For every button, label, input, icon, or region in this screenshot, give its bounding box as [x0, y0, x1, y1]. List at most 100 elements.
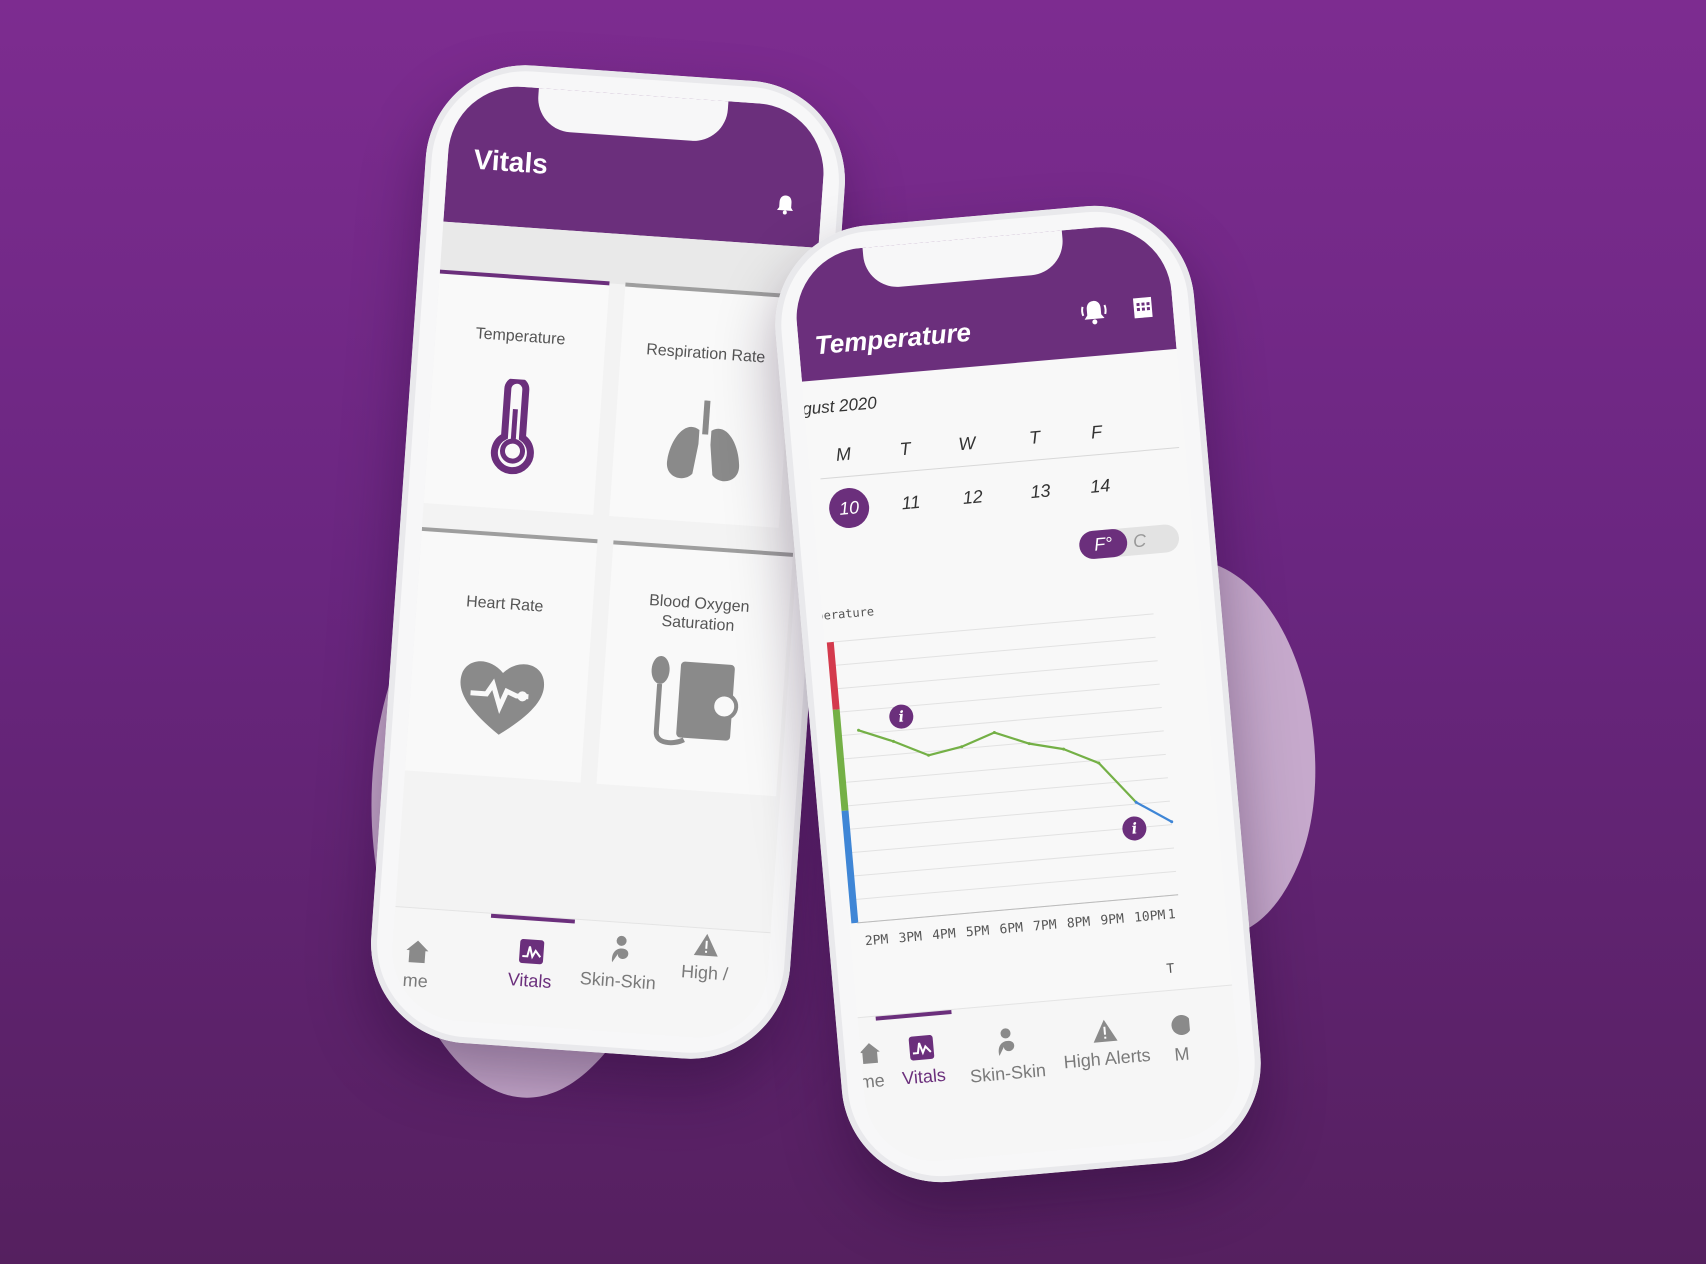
vitals-phone: Vitals Temperature Respiration Rate Hear… [364, 58, 852, 1066]
x-tick-label: 8PM [1066, 914, 1091, 932]
calendar-icon[interactable] [1132, 295, 1154, 321]
gridline [855, 870, 1177, 900]
lungs-icon [667, 400, 740, 482]
x-tick-label: 2PM [864, 932, 890, 950]
nav-label: Skin-Skin [969, 1060, 1047, 1087]
skin-skin-icon [611, 935, 629, 963]
range-band [841, 810, 859, 924]
weekday-label: W [957, 432, 977, 455]
tile-heart-rate[interactable]: Heart Rate [404, 526, 598, 783]
temperature-phone: Temperature gust 2020 M T W T F 10 11 12… [766, 197, 1270, 1191]
nav-label: High Alerts [1062, 1044, 1152, 1073]
unit-fahrenheit[interactable]: F° [1078, 527, 1129, 561]
x-tick-label: 6PM [998, 920, 1024, 938]
calendar-month: gust 2020 [801, 393, 878, 419]
tile-label: Heart Rate [465, 593, 544, 616]
nav-vitals[interactable]: Vitals [876, 1031, 970, 1092]
heart-rate-icon [460, 661, 545, 735]
gridline [849, 800, 1170, 830]
nav-label: M [1173, 1043, 1191, 1065]
tile-label: Blood Oxygen Saturation [607, 588, 789, 640]
gridline [840, 707, 1162, 737]
x-axis-caption: T [1165, 961, 1176, 978]
calendar-divider [820, 447, 1180, 480]
weekday-label: T [1028, 427, 1042, 449]
phone-notch [862, 230, 1066, 290]
alert-icon [693, 933, 718, 957]
x-tick-label: 1 [1167, 907, 1177, 923]
phone-notch [535, 88, 729, 144]
temperature-screen: Temperature gust 2020 M T W T F 10 11 12… [790, 221, 1246, 1167]
nav-high-alerts[interactable]: High Alerts [1049, 1014, 1163, 1074]
weekday-label: T [898, 438, 912, 460]
bottom-navigation: me Vitals Skin-Skin High Alerts M [857, 984, 1246, 1167]
x-tick-label: 3PM [897, 929, 923, 947]
x-axis-line [857, 894, 1179, 924]
x-tick-label: 7PM [1032, 917, 1058, 935]
nav-label: me [402, 969, 429, 992]
tile-temperature[interactable]: Temperature [423, 269, 610, 515]
home-icon [406, 940, 429, 964]
page-title: Vitals [472, 143, 549, 180]
date-cell[interactable]: 14 [1079, 464, 1122, 507]
nav-skin-skin[interactable]: Skin-Skin [572, 932, 666, 995]
blood-pressure-icon [651, 655, 739, 746]
tile-label-line-2: Saturation [660, 612, 735, 635]
unit-toggle[interactable]: F° C [1078, 523, 1181, 561]
x-tick-label: 9PM [1099, 911, 1125, 929]
thermometer-icon [490, 377, 534, 475]
temperature-chart: ii [826, 613, 1179, 924]
tile-label: Respiration Rate [645, 341, 766, 367]
series-segment [961, 731, 995, 748]
nav-label: Skin-Skin [579, 968, 657, 994]
series-segment [858, 729, 894, 743]
nav-more[interactable]: M [1148, 1010, 1212, 1068]
date-selected[interactable]: 10 [827, 486, 871, 530]
nav-home[interactable]: me [388, 936, 463, 995]
nav-label: High / [680, 961, 729, 985]
nav-active-indicator [875, 1010, 952, 1021]
week-calendar: M T W T F 10 11 12 13 14 [818, 415, 1180, 530]
nav-high-alerts[interactable]: High / [659, 930, 752, 987]
tile-respiration-rate[interactable]: Respiration Rate [609, 282, 796, 528]
series-segment [893, 740, 929, 757]
weekday-label: F [1090, 421, 1103, 443]
gridline [853, 847, 1175, 877]
gridline [836, 660, 1158, 690]
alert-icon [1093, 1019, 1118, 1043]
more-icon [1171, 1015, 1191, 1036]
tile-blood-oxygen-saturation[interactable]: Blood Oxygen Saturation [596, 540, 794, 797]
nav-label: Vitals [507, 969, 553, 993]
gridline [845, 753, 1166, 783]
tile-label: Temperature [475, 325, 566, 349]
page-title: Temperature [813, 316, 973, 361]
weekday-label: M [835, 443, 852, 465]
vitals-screen: Vitals Temperature Respiration Rate Hear… [387, 82, 829, 1042]
nav-label: Vitals [901, 1064, 947, 1089]
unit-celsius[interactable]: C [1132, 526, 1147, 555]
bell-icon[interactable] [775, 193, 796, 216]
vitals-app-bar: Vitals [443, 82, 829, 248]
gridline [834, 636, 1156, 666]
nav-active-indicator [490, 913, 575, 924]
vitals-icon [519, 939, 545, 965]
chart-title: perature [815, 604, 875, 624]
bell-ringing-icon[interactable] [1078, 297, 1110, 328]
skin-skin-icon [998, 1028, 1015, 1056]
x-tick-label: 10PM [1133, 908, 1167, 926]
series-segment [1097, 762, 1137, 803]
range-band [826, 641, 840, 710]
bottom-navigation: me Vitals Skin-Skin High / [387, 906, 771, 1042]
date-cell[interactable]: 11 [889, 481, 932, 524]
gridline [847, 777, 1168, 807]
date-cell[interactable]: 12 [951, 476, 994, 519]
range-band [832, 709, 849, 812]
x-tick-label: 4PM [931, 926, 957, 944]
temperature-app-bar: Temperature [790, 221, 1177, 382]
nav-vitals[interactable]: Vitals [484, 936, 577, 995]
info-marker[interactable]: i [1121, 815, 1147, 841]
nav-skin-skin[interactable]: Skin-Skin [959, 1024, 1054, 1089]
gridline [832, 613, 1154, 643]
x-tick-label: 5PM [965, 923, 991, 941]
date-cell[interactable]: 13 [1019, 470, 1062, 513]
